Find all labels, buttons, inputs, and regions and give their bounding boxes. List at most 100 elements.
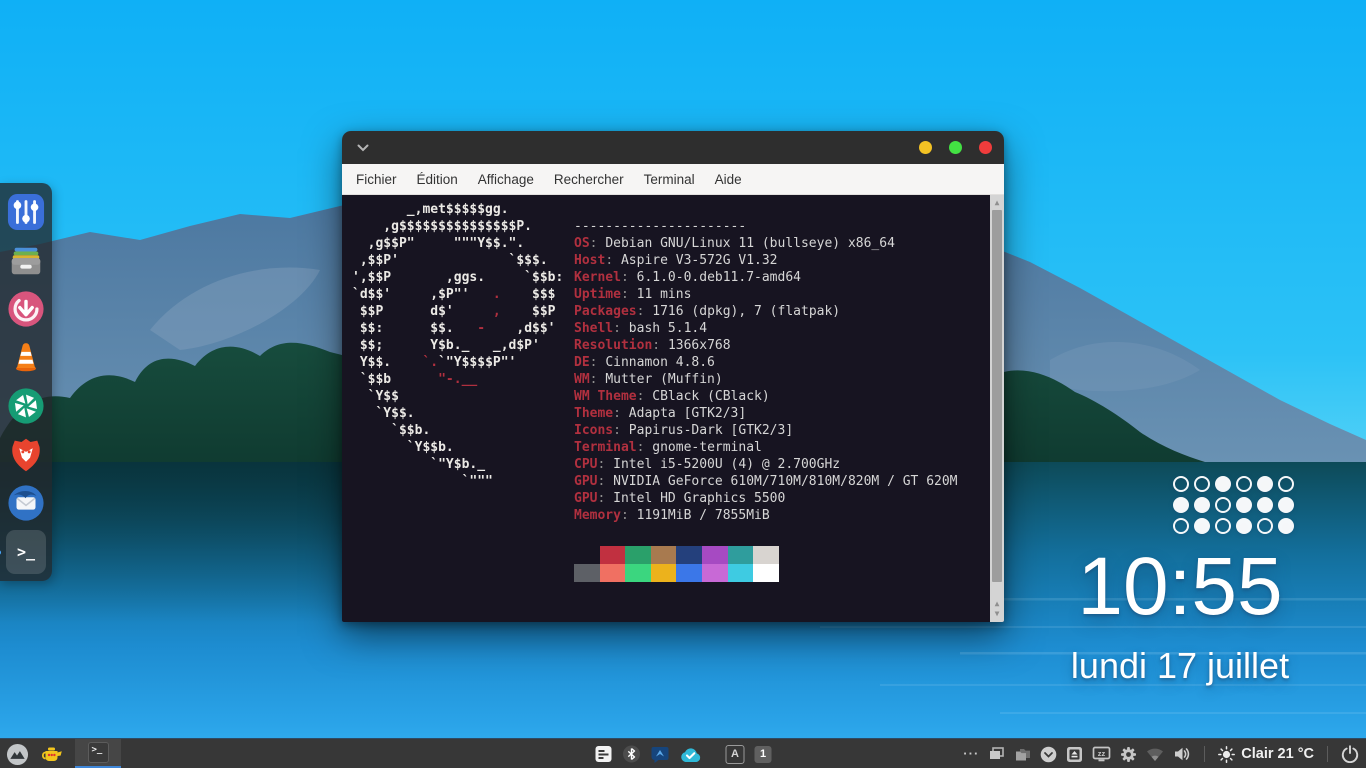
binary-dot-filled [1278,497,1294,513]
menu-item-terminal[interactable]: Terminal [634,164,705,195]
neofetch-info-line: Resolution: 1366x768 [574,337,958,354]
binary-dot-empty [1236,476,1252,492]
bluetooth-icon[interactable] [623,745,641,763]
software-updater-icon [7,290,45,328]
grouped-windows-icon[interactable] [988,746,1005,762]
menu-item-édition[interactable]: Édition [407,164,468,195]
power-icon[interactable] [1341,745,1359,763]
binary-clock-desklet [1173,476,1294,534]
svg-text:zz: zz [1098,749,1106,758]
binary-dot-filled [1236,518,1252,534]
terminal-icon: >_ [88,742,109,763]
neofetch-info-line: WM Theme: CBlack (CBlack) [574,388,958,405]
palette-block [728,564,754,582]
palette-block [574,564,600,582]
binary-dot-filled [1236,497,1252,513]
palette-block [676,546,702,564]
clock-date: lundi 17 juillet [1030,645,1330,687]
weather-label: Clair 21 °C [1241,746,1314,762]
terminal-content[interactable]: _,met$$$$$gg. ,g$$$$$$$$$$$$$$$P. ,g$$P"… [342,195,1004,622]
keyboard-layout-indicator[interactable]: A [726,745,745,764]
neofetch-separator: ---------------------- [574,218,958,235]
neofetch-info: ----------------------OS: Debian GNU/Lin… [574,201,958,622]
neofetch-info-line: Icons: Papirus-Dark [GTK2/3] [574,422,958,439]
scroll-up-icon[interactable]: ▲ [990,199,1004,207]
palette-block [753,564,779,582]
dock-item-software-updater[interactable] [6,289,46,329]
menu-button[interactable] [6,743,29,766]
sun-icon [1218,746,1235,763]
palette-block [702,564,728,582]
menu-item-fichier[interactable]: Fichier [346,164,407,195]
palette-block [651,546,677,564]
neofetch-info-line: GPU: Intel HD Graphics 5500 [574,490,958,507]
workspace-indicator[interactable]: 1 [755,746,772,763]
palette-block [702,546,728,564]
palette-block [625,564,651,582]
menu-item-aide[interactable]: Aide [705,164,752,195]
neofetch-info-line: Memory: 1191MiB / 7855MiB [574,507,958,524]
brave-icon [8,436,44,474]
palette-block [574,546,600,564]
tray-overflow-icon[interactable]: ··· [963,739,979,768]
binary-dot-filled [1194,518,1210,534]
messenger-icon[interactable] [651,745,670,764]
thunderbird-icon [7,484,45,522]
neofetch-info-line: WM: Mutter (Muffin) [574,371,958,388]
dock-item-brave-browser[interactable] [6,435,46,475]
menu-item-affichage[interactable]: Affichage [468,164,544,195]
scroll-down-icon[interactable]: ▼ [990,610,1004,618]
teatime-icon[interactable] [40,742,64,766]
screensaver-icon[interactable]: zz [1092,746,1111,763]
debian-ascii-logo: _,met$$$$$gg. ,g$$$$$$$$$$$$$$$P. ,g$$P"… [352,201,574,622]
minimize-button[interactable] [919,141,932,154]
dock-item-terminal[interactable]: >_ [6,532,46,572]
panel-separator [1327,746,1328,762]
binary-dot-empty [1257,518,1273,534]
dock-item-thunderbird[interactable] [6,483,46,523]
close-button[interactable] [979,141,992,154]
dock-item-file-archiver[interactable] [6,241,46,281]
binary-dot-filled [1257,476,1273,492]
binary-dot-filled [1215,476,1231,492]
scrollbar[interactable]: ▲ ▲ ▼ [990,195,1004,622]
menu-item-rechercher[interactable]: Rechercher [544,164,634,195]
window-titlebar[interactable] [342,131,1004,164]
bottom-panel: >_ A 1 ··· [0,738,1366,768]
removable-media-icon[interactable] [1066,746,1083,763]
dock-item-screenshot-tool[interactable] [6,386,46,426]
vlc-icon [7,339,45,377]
binary-dot-filled [1278,518,1294,534]
dock-item-settings[interactable] [6,192,46,232]
palette-block [625,546,651,564]
network-icon[interactable] [1146,747,1164,762]
palette-block [600,564,626,582]
volume-icon[interactable] [1173,746,1191,762]
terminal-icon: >_ [6,530,46,574]
weather-applet[interactable]: Clair 21 °C [1218,746,1314,763]
taskbar-item-terminal[interactable]: >_ [75,739,121,768]
desktop: >_ FichierÉditionAffichageRechercherTerm… [0,0,1366,768]
chevron-down-icon[interactable] [357,144,369,152]
binary-dot-filled [1173,497,1189,513]
binary-dot-empty [1173,476,1189,492]
notes-icon[interactable] [595,745,613,763]
neofetch-info-line: DE: Cinnamon 4.8.6 [574,354,958,371]
scroll-up2-icon[interactable]: ▲ [990,600,1004,608]
maximize-button[interactable] [949,141,962,154]
settings-gear-icon[interactable] [1120,746,1137,763]
binary-dot-empty [1215,497,1231,513]
grouped-folders-icon[interactable] [1014,746,1031,762]
dock-item-vlc[interactable] [6,338,46,378]
neofetch-info-line: Kernel: 6.1.0-0.deb11.7-amd64 [574,269,958,286]
cloud-sync-icon[interactable] [680,746,702,763]
clock-desklet: 10:55 lundi 17 juillet [1030,546,1330,687]
clock-tray-icon[interactable] [1040,746,1057,763]
neofetch-info-line: Host: Aspire V3-572G V1.32 [574,252,958,269]
palette-block [728,546,754,564]
terminal-window: FichierÉditionAffichageRechercherTermina… [342,131,1004,622]
neofetch-info-line: OS: Debian GNU/Linux 11 (bullseye) x86_6… [574,235,958,252]
scrollbar-thumb[interactable] [992,210,1002,582]
file-archiver-icon [7,242,45,280]
neofetch-info-line: Terminal: gnome-terminal [574,439,958,456]
